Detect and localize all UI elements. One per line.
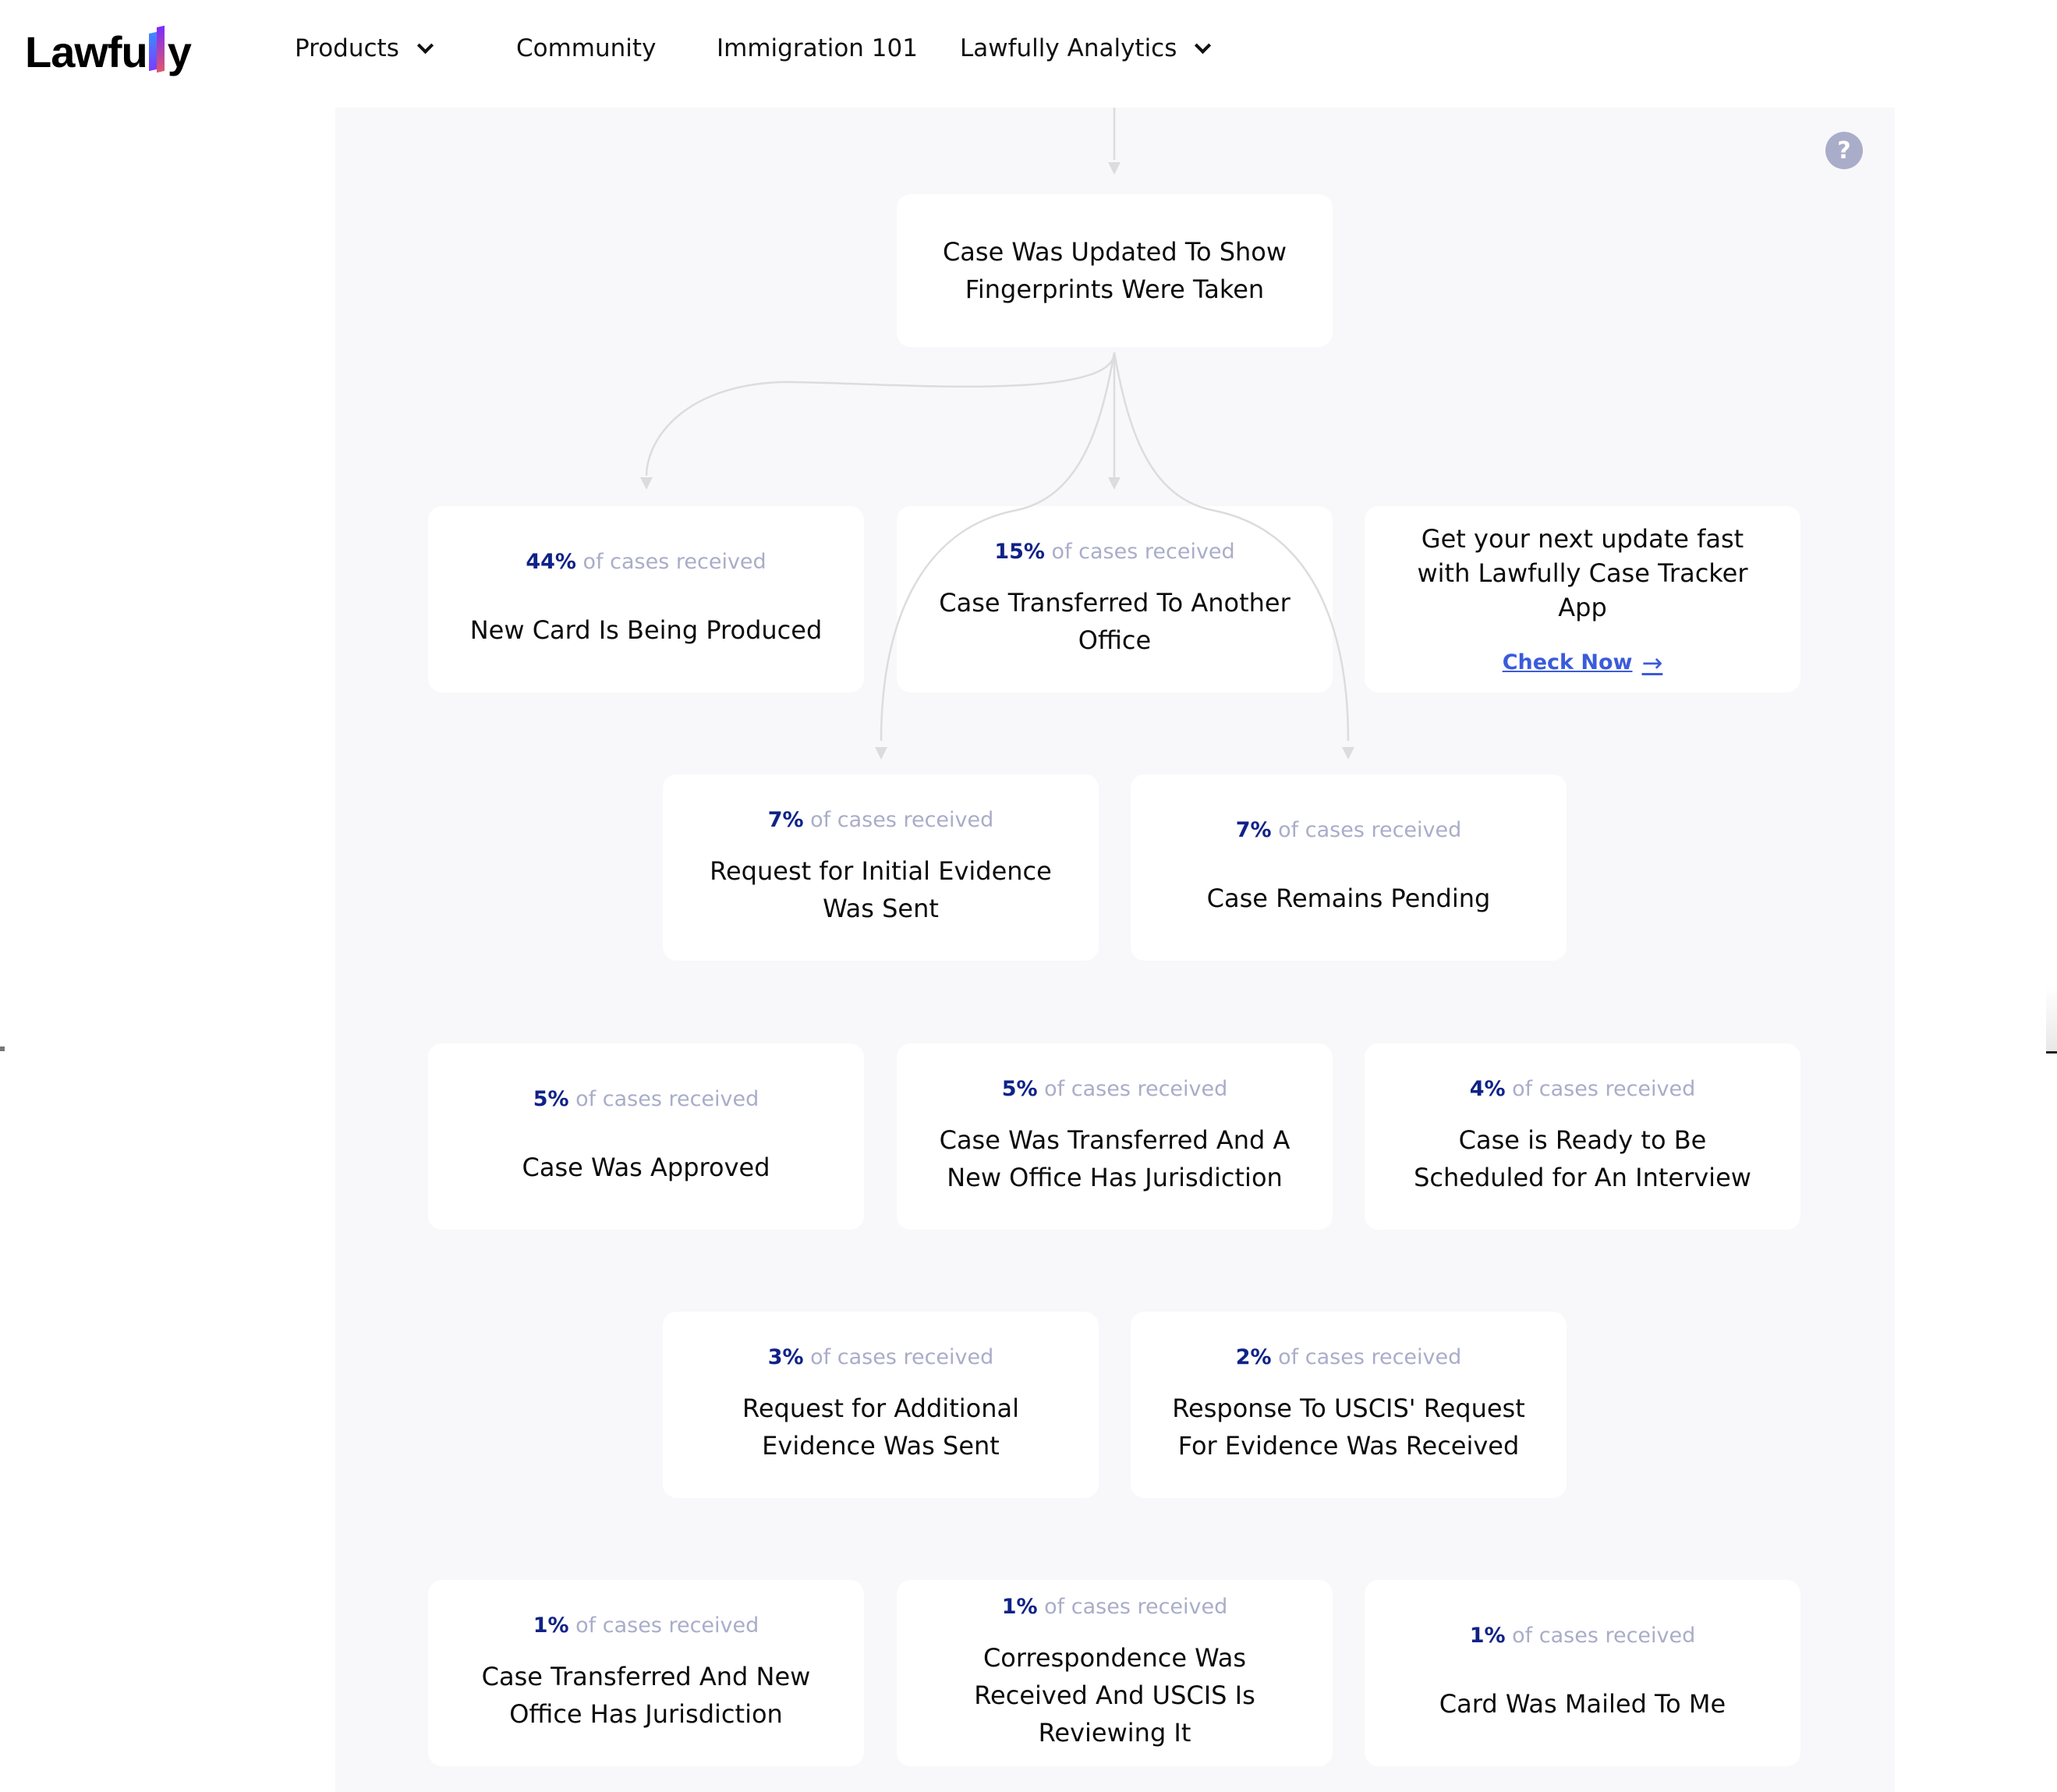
- status-title: Case is Ready to Be Scheduled for An Int…: [1414, 1125, 1751, 1192]
- status-card[interactable]: 15% of cases received Case Transferred T…: [897, 506, 1333, 692]
- chevron-down-icon: [416, 37, 434, 54]
- status-stat-suffix: of cases received: [575, 1613, 759, 1638]
- help-icon[interactable]: ?: [1825, 132, 1863, 169]
- status-percent: 2%: [1235, 1345, 1272, 1369]
- status-stat-suffix: of cases received: [1278, 818, 1462, 842]
- status-percent: 1%: [533, 1613, 569, 1638]
- chevron-down-icon: [1195, 37, 1212, 54]
- status-title: Case Transferred To Another Office: [939, 588, 1290, 655]
- status-title: Request for Initial Evidence Was Sent: [710, 856, 1052, 923]
- status-stat: 7% of cases received: [768, 808, 994, 832]
- status-flow-panel: [335, 108, 1895, 1792]
- nav-products-label: Products: [295, 34, 399, 62]
- status-card[interactable]: 5% of cases received Case Was Transferre…: [897, 1043, 1333, 1230]
- status-stat-suffix: of cases received: [810, 808, 994, 832]
- status-stat-suffix: of cases received: [1512, 1624, 1696, 1648]
- status-card[interactable]: 5% of cases received Case Was Approved: [428, 1043, 864, 1230]
- status-title: Response To USCIS' Request For Evidence …: [1172, 1394, 1525, 1461]
- status-title: Correspondence Was Received And USCIS Is…: [974, 1643, 1255, 1748]
- status-title: Case Was Approved: [522, 1153, 770, 1182]
- status-percent: 5%: [533, 1087, 569, 1111]
- status-stat: 1% of cases received: [533, 1613, 759, 1638]
- status-stat: 15% of cases received: [994, 540, 1234, 564]
- status-stat: 1% of cases received: [1470, 1624, 1696, 1648]
- lawfully-logo[interactable]: Lawfu y: [25, 22, 192, 81]
- status-stat-suffix: of cases received: [1051, 540, 1235, 564]
- status-title: Case Was Transferred And A New Office Ha…: [939, 1125, 1290, 1192]
- promo-title: Get your next update fast with Lawfully …: [1417, 523, 1748, 622]
- status-stat-suffix: of cases received: [1278, 1345, 1462, 1369]
- status-stat-suffix: of cases received: [1512, 1077, 1696, 1101]
- status-percent: 15%: [994, 540, 1045, 564]
- status-title: Case Remains Pending: [1206, 884, 1491, 913]
- status-stat-suffix: of cases received: [575, 1087, 759, 1111]
- app-promo-card: Get your next update fast with Lawfully …: [1365, 506, 1800, 692]
- nav-products[interactable]: Products: [295, 34, 434, 62]
- status-percent: 44%: [526, 550, 576, 574]
- status-stat-suffix: of cases received: [582, 550, 767, 574]
- status-card[interactable]: 2% of cases received Response To USCIS' …: [1131, 1312, 1567, 1498]
- status-card[interactable]: 44% of cases received New Card Is Being …: [428, 506, 864, 692]
- status-card[interactable]: 3% of cases received Request for Additio…: [663, 1312, 1099, 1498]
- status-stat: 1% of cases received: [1002, 1595, 1228, 1619]
- top-nav: Lawfu y Products Community Immigration 1…: [0, 0, 2057, 108]
- status-title: Card Was Mailed To Me: [1439, 1689, 1726, 1719]
- status-title: Case Transferred And New Office Has Juri…: [481, 1662, 811, 1729]
- current-status-card: Case Was Updated To Show Fingerprints We…: [897, 194, 1333, 347]
- logo-text-left: Lawfu: [25, 27, 148, 76]
- status-percent: 7%: [767, 808, 804, 832]
- status-percent: 1%: [1469, 1624, 1506, 1648]
- status-stat: 7% of cases received: [1236, 818, 1462, 842]
- status-stat-suffix: of cases received: [810, 1345, 994, 1369]
- status-percent: 5%: [1001, 1077, 1038, 1101]
- status-percent: 3%: [767, 1345, 804, 1369]
- check-now-link[interactable]: Check Now →: [1503, 648, 1663, 678]
- status-stat-suffix: of cases received: [1044, 1595, 1228, 1619]
- current-status-title: Case Was Updated To Show Fingerprints We…: [942, 237, 1287, 304]
- status-card[interactable]: 4% of cases received Case is Ready to Be…: [1365, 1043, 1800, 1230]
- status-card[interactable]: 7% of cases received Case Remains Pendin…: [1131, 774, 1567, 961]
- edge-artifact-right: [2046, 986, 2057, 1054]
- status-percent: 1%: [1001, 1595, 1038, 1619]
- edge-artifact-left: [0, 1047, 5, 1051]
- status-percent: 7%: [1235, 818, 1272, 842]
- status-card[interactable]: 7% of cases received Request for Initial…: [663, 774, 1099, 961]
- status-stat: 44% of cases received: [526, 550, 766, 574]
- logo-mark-icon: [148, 25, 166, 73]
- status-card[interactable]: 1% of cases received Correspondence Was …: [897, 1580, 1333, 1766]
- status-stat: 2% of cases received: [1236, 1345, 1462, 1369]
- nav-lawfully-analytics-label: Lawfully Analytics: [960, 34, 1177, 62]
- status-card[interactable]: 1% of cases received Case Transferred An…: [428, 1580, 864, 1766]
- status-title: Request for Additional Evidence Was Sent: [742, 1394, 1019, 1461]
- nav-community-label: Community: [516, 34, 657, 62]
- nav-immigration-101[interactable]: Immigration 101: [717, 34, 918, 62]
- status-stat: 3% of cases received: [768, 1345, 994, 1369]
- check-now-label: Check Now: [1502, 650, 1633, 675]
- nav-immigration-101-label: Immigration 101: [717, 34, 918, 62]
- status-stat: 5% of cases received: [1002, 1077, 1228, 1101]
- status-stat: 4% of cases received: [1470, 1077, 1696, 1101]
- status-percent: 4%: [1469, 1077, 1506, 1101]
- status-title: New Card Is Being Produced: [469, 615, 823, 645]
- nav-community[interactable]: Community: [516, 34, 656, 62]
- logo-text-right: y: [167, 27, 192, 76]
- arrow-right-icon: →: [1641, 647, 1663, 678]
- status-card[interactable]: 1% of cases received Card Was Mailed To …: [1365, 1580, 1800, 1766]
- status-stat-suffix: of cases received: [1044, 1077, 1228, 1101]
- nav-lawfully-analytics[interactable]: Lawfully Analytics: [960, 34, 1212, 62]
- status-stat: 5% of cases received: [533, 1087, 759, 1111]
